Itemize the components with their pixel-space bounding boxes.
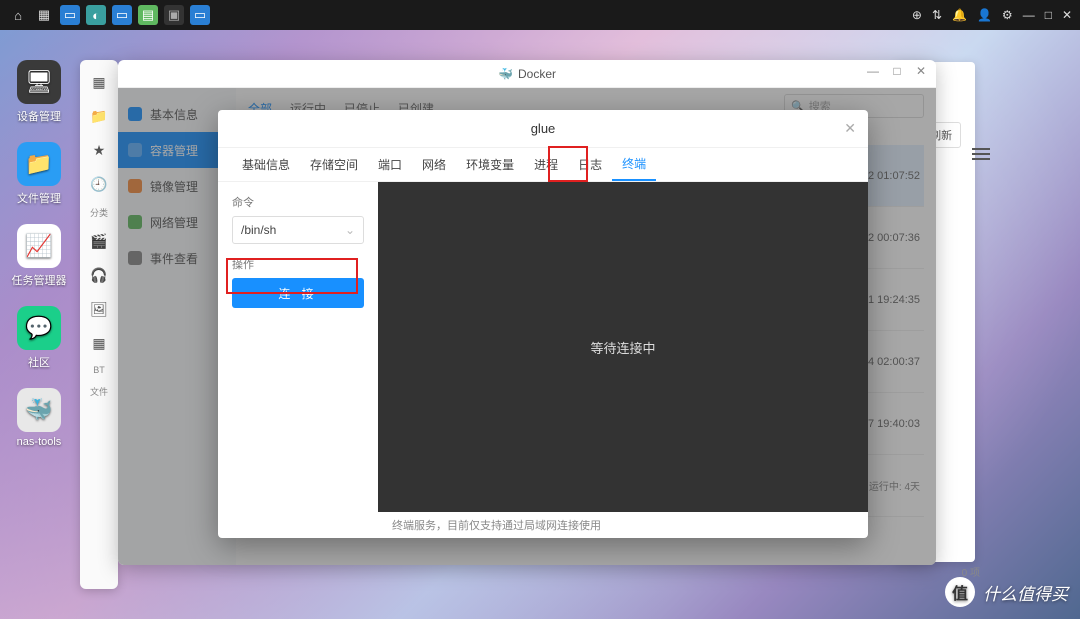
modal-tabs: 基础信息 存储空间 端口 网络 环境变量 进程 日志 终端 bbox=[218, 148, 868, 182]
taskbar-app-5[interactable]: ▣ bbox=[164, 5, 184, 25]
globe-icon[interactable]: ⊕ bbox=[912, 8, 922, 22]
dock-category-label: 分类 bbox=[90, 206, 108, 219]
window-title: Docker bbox=[518, 67, 556, 81]
watermark-badge: 值 bbox=[945, 577, 975, 607]
tab-env-vars[interactable]: 环境变量 bbox=[456, 148, 524, 181]
window-maximize[interactable]: □ bbox=[888, 64, 906, 78]
terminal-status: 等待连接中 bbox=[590, 338, 655, 357]
docker-icon: 🐳 bbox=[498, 67, 512, 81]
user-icon[interactable]: 👤 bbox=[977, 8, 992, 22]
window-titlebar: 🐳 Docker — □ ✕ bbox=[118, 60, 936, 88]
dock-grid-icon[interactable]: ▦ bbox=[87, 70, 111, 94]
system-taskbar: ⌂ ▦ ▭ ◐ ▭ ▤ ▣ ▭ ⊕ ⇅ 🔔 👤 ⚙ — □ ✕ bbox=[0, 0, 1080, 30]
window-close[interactable]: ✕ bbox=[912, 64, 930, 78]
dock-video-icon[interactable]: 🎬 bbox=[87, 229, 111, 253]
taskbar-app-2[interactable]: ◐ bbox=[86, 5, 106, 25]
hamburger-icon[interactable] bbox=[972, 145, 990, 163]
apps-icon[interactable]: ▦ bbox=[34, 5, 54, 25]
tab-terminal[interactable]: 终端 bbox=[612, 148, 656, 181]
dock-bt-label: BT bbox=[93, 365, 105, 375]
left-dock: ▦ 📁 ★ 🕘 分类 🎬 🎧 🖼 ▦ BT 文件 bbox=[80, 60, 118, 589]
network-icon[interactable]: ⇅ bbox=[932, 8, 942, 22]
dock-folder-icon[interactable]: 📁 bbox=[87, 104, 111, 128]
desktop-file-manager[interactable]: 📁文件管理 bbox=[8, 142, 70, 206]
desktop-icons: 🖥设备管理 📁文件管理 📈任务管理器 💬社区 🐳nas-tools bbox=[8, 60, 70, 448]
tab-basic-info[interactable]: 基础信息 bbox=[232, 148, 300, 181]
dock-file-label: 文件 bbox=[90, 385, 108, 398]
taskbar-app-6[interactable]: ▭ bbox=[190, 5, 210, 25]
desktop-community[interactable]: 💬社区 bbox=[8, 306, 70, 370]
taskbar-app-3[interactable]: ▭ bbox=[112, 5, 132, 25]
watermark: 值 什么值得买 bbox=[945, 577, 1068, 607]
command-label: 命令 bbox=[232, 194, 364, 210]
modal-close-icon[interactable]: ✕ bbox=[844, 120, 856, 137]
close-icon[interactable]: ✕ bbox=[1062, 8, 1072, 22]
dock-grid2-icon[interactable]: ▦ bbox=[87, 331, 111, 355]
modal-footer-note: 终端服务，目前仅支持通过局域网连接使用 bbox=[218, 512, 868, 538]
tab-ports[interactable]: 端口 bbox=[368, 148, 412, 181]
tab-network[interactable]: 网络 bbox=[412, 148, 456, 181]
chevron-down-icon: ⌄ bbox=[345, 223, 355, 237]
taskbar-app-4[interactable]: ▤ bbox=[138, 5, 158, 25]
minimize-icon[interactable]: — bbox=[1023, 8, 1035, 22]
maximize-icon[interactable]: □ bbox=[1045, 8, 1052, 22]
window-minimize[interactable]: — bbox=[864, 64, 882, 78]
home-icon[interactable]: ⌂ bbox=[8, 5, 28, 25]
taskbar-app-1[interactable]: ▭ bbox=[60, 5, 80, 25]
tab-storage[interactable]: 存储空间 bbox=[300, 148, 368, 181]
desktop-device-manager[interactable]: 🖥设备管理 bbox=[8, 60, 70, 124]
modal-title: glue ✕ bbox=[218, 110, 868, 148]
command-select[interactable]: /bin/sh ⌄ bbox=[232, 216, 364, 244]
glue-modal: glue ✕ 基础信息 存储空间 端口 网络 环境变量 进程 日志 终端 命令 … bbox=[218, 110, 868, 538]
dock-audio-icon[interactable]: 🎧 bbox=[87, 263, 111, 287]
bell-icon[interactable]: 🔔 bbox=[952, 8, 967, 22]
settings-icon[interactable]: ⚙ bbox=[1002, 8, 1013, 22]
dock-image-icon[interactable]: 🖼 bbox=[87, 297, 111, 321]
dock-clock-icon[interactable]: 🕘 bbox=[87, 172, 111, 196]
terminal-pane: 等待连接中 bbox=[378, 182, 868, 512]
connect-button[interactable]: 连 接 bbox=[232, 278, 364, 308]
tab-processes[interactable]: 进程 bbox=[524, 148, 568, 181]
tab-logs[interactable]: 日志 bbox=[568, 148, 612, 181]
desktop-task-manager[interactable]: 📈任务管理器 bbox=[8, 224, 70, 288]
dock-star-icon[interactable]: ★ bbox=[87, 138, 111, 162]
desktop-nas-tools[interactable]: 🐳nas-tools bbox=[8, 388, 70, 448]
action-label: 操作 bbox=[232, 256, 364, 272]
